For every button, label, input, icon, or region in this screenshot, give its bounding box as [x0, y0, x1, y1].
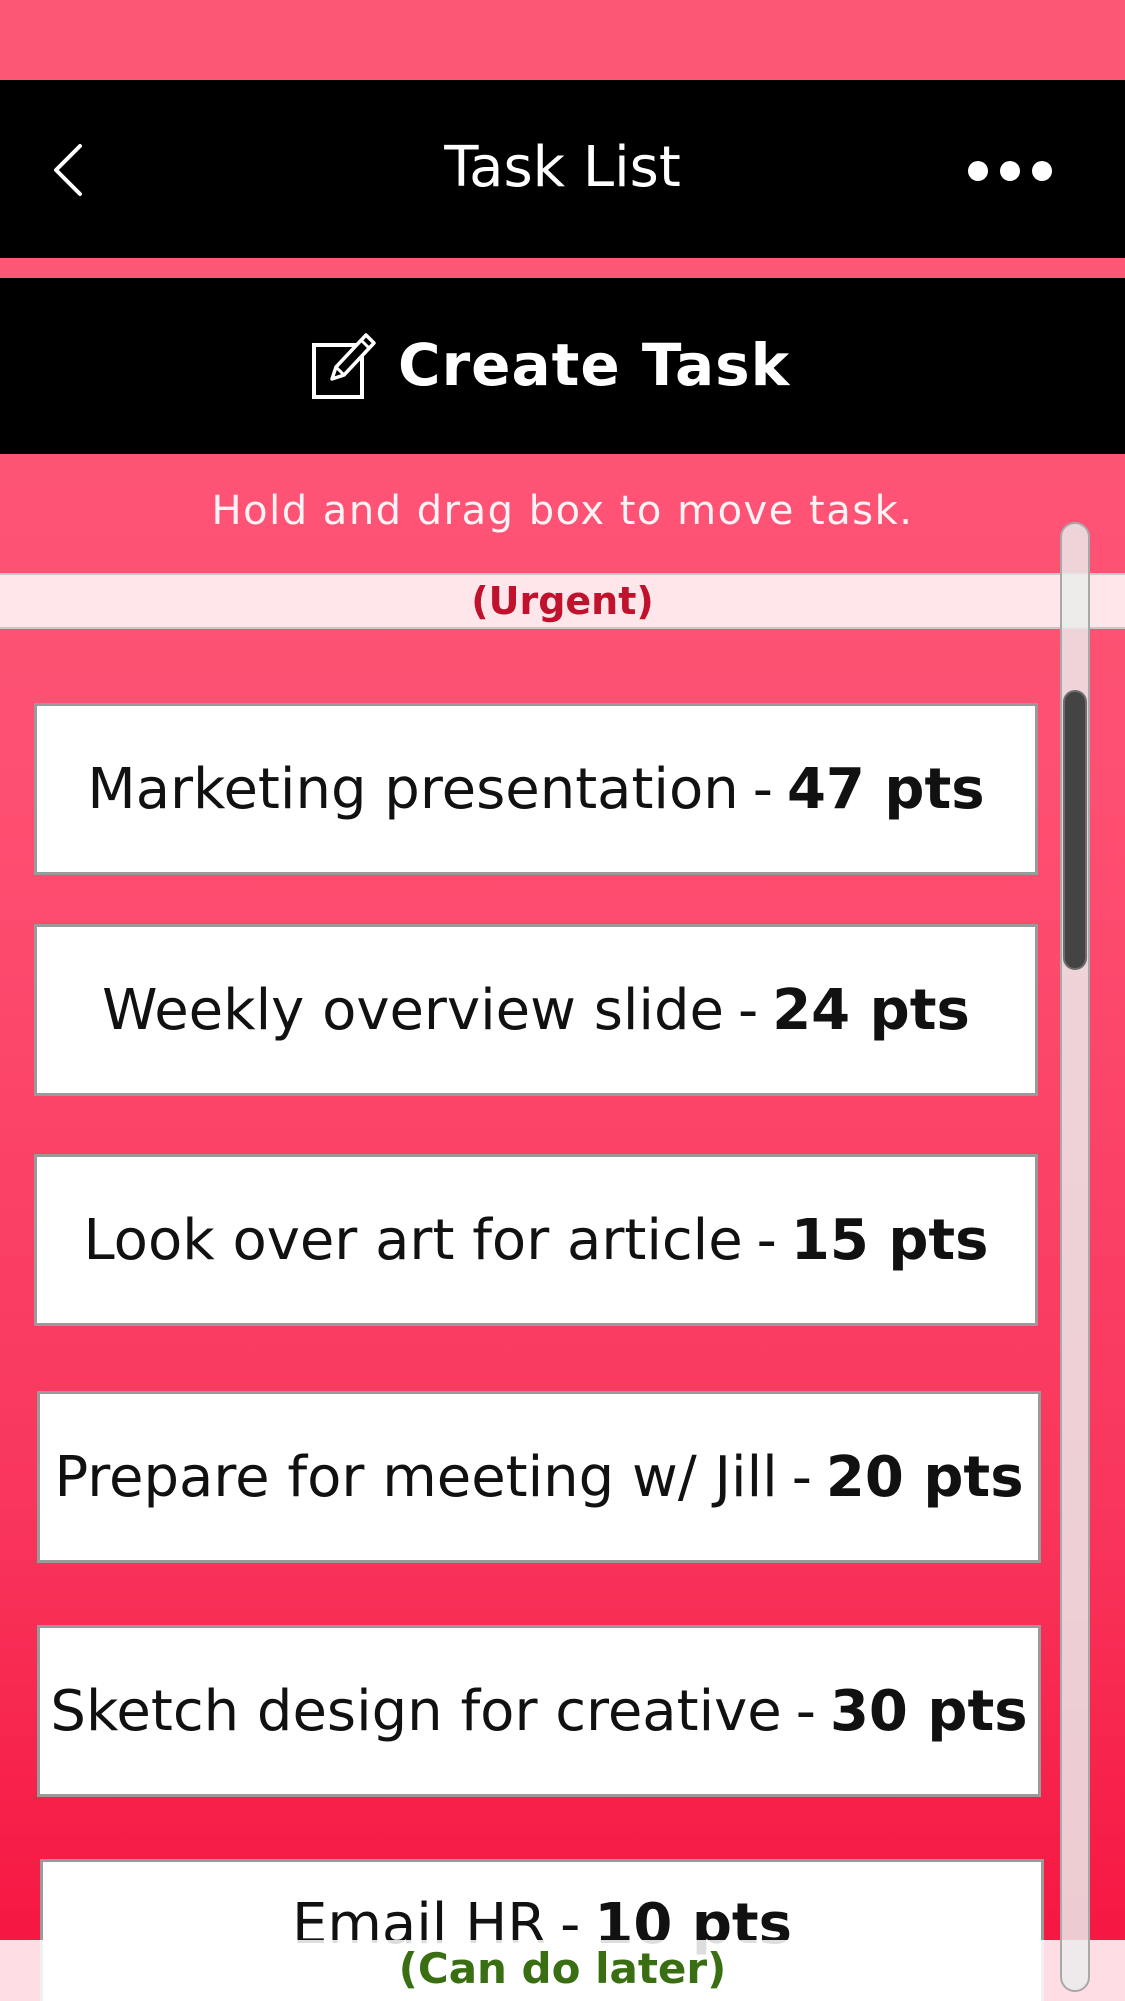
- task-name: Prepare for meeting w/ Jill: [54, 1444, 778, 1510]
- task-separator: -: [795, 1678, 816, 1744]
- task-card-prepare-meeting[interactable]: Prepare for meeting w/ Jill -20 pts: [37, 1391, 1041, 1563]
- scrollbar-thumb[interactable]: [1063, 690, 1087, 970]
- create-task-button[interactable]: Create Task: [0, 278, 1125, 454]
- task-points: 20 pts: [825, 1444, 1024, 1510]
- task-name: Weekly overview slide: [102, 977, 724, 1043]
- task-card-marketing-presentation[interactable]: Marketing presentation -47 pts: [34, 703, 1038, 875]
- page-title: Task List: [444, 135, 681, 200]
- task-separator: -: [752, 756, 773, 822]
- task-name: Sketch design for creative: [50, 1678, 782, 1744]
- task-card-look-over-art[interactable]: Look over art for article -15 pts: [34, 1154, 1038, 1326]
- header-divider: [0, 258, 1125, 278]
- edit-pencil-icon: [310, 327, 378, 403]
- task-card-sketch-design[interactable]: Sketch design for creative -30 pts: [37, 1625, 1041, 1797]
- status-strip: [0, 0, 1125, 80]
- drag-hint-text: Hold and drag box to move task.: [211, 488, 914, 534]
- task-list-screen: Task List Create Task Hold and drag box: [0, 0, 1125, 2001]
- urgent-section-header: (Urgent): [0, 573, 1125, 629]
- create-task-label: Create Task: [398, 331, 791, 399]
- navigation-bar: Task List: [0, 80, 1125, 258]
- task-points: 30 pts: [829, 1678, 1028, 1744]
- task-card-weekly-overview-slide[interactable]: Weekly overview slide -24 pts: [34, 924, 1038, 1096]
- task-name: Look over art for article: [83, 1207, 743, 1273]
- task-points: 15 pts: [790, 1207, 989, 1273]
- task-points: 47 pts: [786, 756, 985, 822]
- task-points: 24 pts: [772, 977, 970, 1043]
- task-separator: -: [738, 977, 759, 1043]
- later-section-header: (Can do later): [0, 1940, 1125, 2001]
- urgent-label: (Urgent): [471, 579, 654, 623]
- ellipsis-icon[interactable]: [965, 146, 1055, 196]
- task-separator: -: [791, 1444, 812, 1510]
- task-name: Marketing presentation: [87, 756, 739, 822]
- later-label: (Can do later): [398, 1944, 727, 1993]
- task-separator: -: [756, 1207, 777, 1273]
